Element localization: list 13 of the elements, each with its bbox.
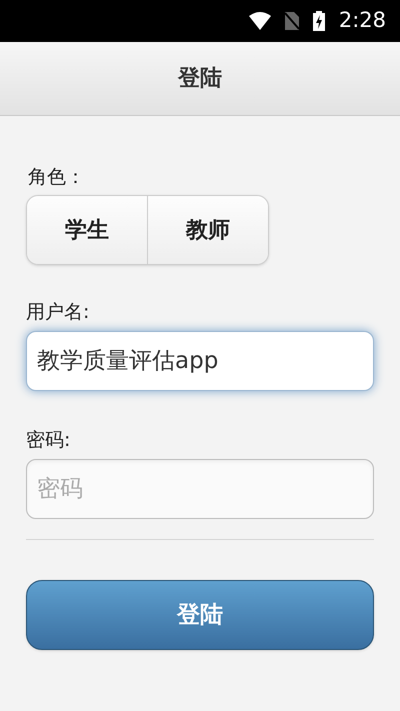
password-field[interactable]: 密码 <box>26 459 374 519</box>
battery-charging-icon <box>312 11 325 31</box>
role-label: 角色： <box>28 165 86 190</box>
role-option[interactable]: 教师 <box>147 196 268 264</box>
status-time: 2:28 <box>338 7 386 34</box>
role-option[interactable]: 学生 <box>27 196 147 264</box>
username-field[interactable]: 教学质量评估app <box>26 331 374 391</box>
wifi-icon <box>248 12 271 30</box>
page-title: 登陆 <box>178 65 222 93</box>
username-label: 用户名: <box>26 300 90 325</box>
no-sim-icon <box>284 12 299 30</box>
password-label: 密码: <box>26 428 72 453</box>
login-button[interactable]: 登陆 <box>26 580 374 650</box>
